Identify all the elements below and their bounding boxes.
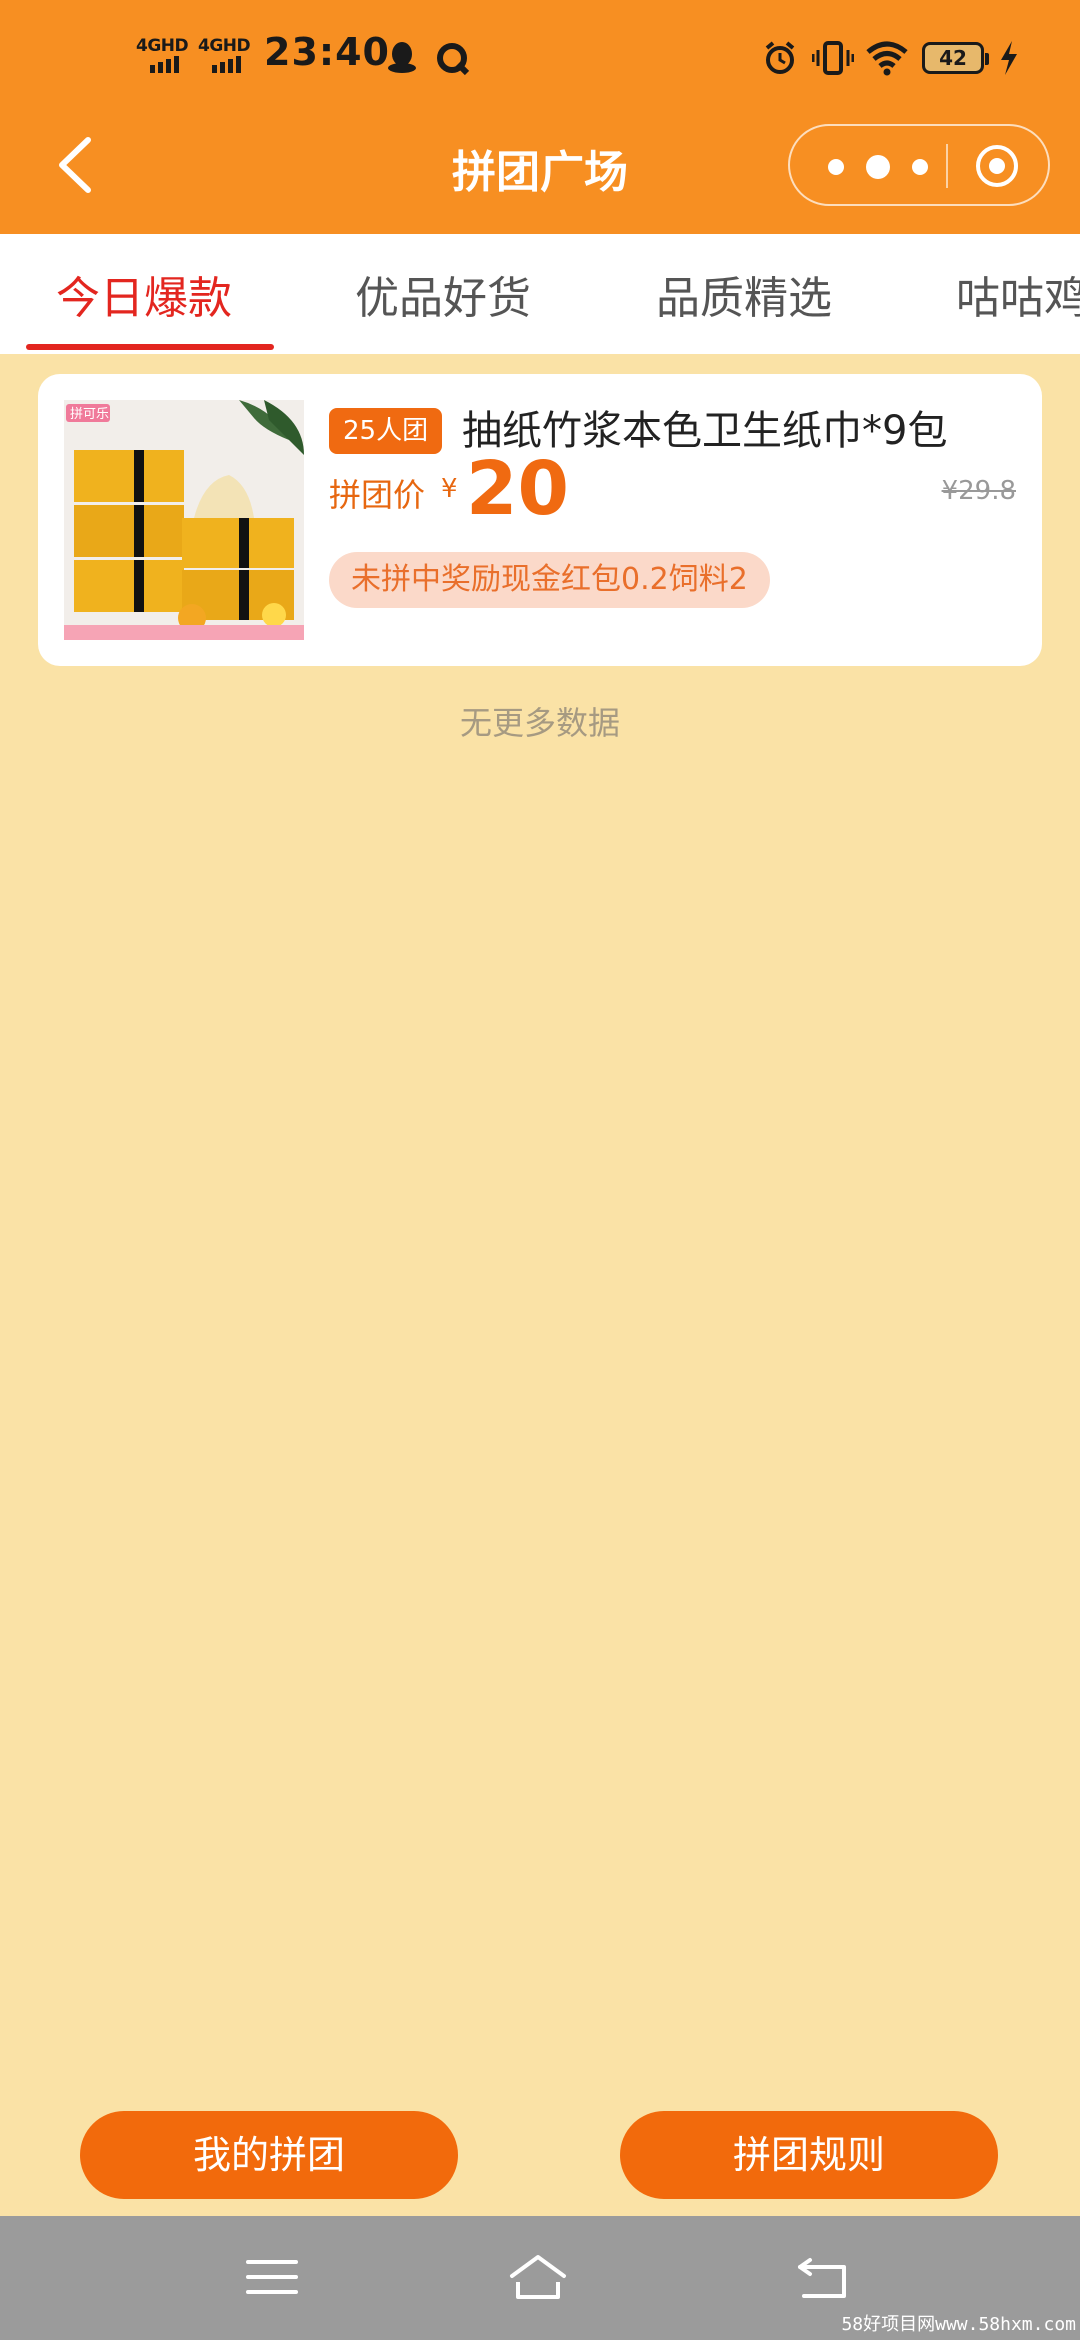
header-bar: 4GHD 4GHD 23:40 42 拼团广场 <box>0 0 1080 234</box>
group-size-badge: 25人团 <box>329 408 443 454</box>
capsule-divider <box>946 144 948 188</box>
image-brand-text: 拼可乐 <box>70 407 109 422</box>
miniprogram-capsule <box>788 124 1050 206</box>
watermark: 58好项目网www.58hxm.com <box>841 2314 1076 2335</box>
browser-icon <box>437 43 470 76</box>
network-type-label: 4GHD <box>198 36 251 56</box>
original-price: ¥29.8 <box>941 476 1016 506</box>
tab-quality-goods[interactable]: 优品好货 <box>355 262 531 326</box>
close-miniprogram-icon[interactable] <box>975 144 1019 188</box>
alarm-icon <box>765 41 795 74</box>
battery-indicator: 42 <box>922 42 989 74</box>
group-price: 20 <box>466 446 569 532</box>
wifi-icon <box>866 41 908 76</box>
currency-symbol: ¥ <box>441 474 458 504</box>
more-options-icon[interactable] <box>818 153 938 181</box>
home-icon[interactable] <box>508 2252 568 2302</box>
qq-icon <box>388 42 416 73</box>
system-navigation-bar: 58好项目网www.58hxm.com <box>0 2216 1080 2340</box>
tab-gugu-chicken[interactable]: 咕咕鸡 <box>956 262 1080 326</box>
tab-quality-select[interactable]: 品质精选 <box>656 262 832 326</box>
vibrate-icon <box>812 41 854 75</box>
network-type-label: 4GHD <box>136 36 189 56</box>
product-card[interactable]: 拼可乐 25人团 抽纸竹浆本色卫生纸巾*9包 拼团价 ¥ 20 ¥29.8 未拼… <box>38 374 1042 666</box>
category-tabs: 今日爆款 优品好货 品质精选 咕咕鸡 <box>0 234 1080 354</box>
status-bar: 4GHD 4GHD 23:40 42 <box>0 0 1080 120</box>
menu-icon[interactable] <box>244 2252 300 2302</box>
list-end-text: 无更多数据 <box>459 704 620 742</box>
reward-tag: 未拼中奖励现金红包0.2饲料2 <box>329 552 770 608</box>
active-tab-indicator <box>26 344 274 350</box>
back-nav-icon[interactable] <box>796 2252 852 2302</box>
group-rules-button[interactable]: 拼团规则 <box>620 2111 998 2199</box>
my-groups-button[interactable]: 我的拼团 <box>80 2111 458 2199</box>
tab-today-hot[interactable]: 今日爆款 <box>56 262 232 326</box>
product-image: 拼可乐 <box>64 400 304 640</box>
status-time: 23:40 <box>264 30 390 74</box>
group-price-label: 拼团价 <box>329 476 426 514</box>
charging-icon <box>1001 41 1017 75</box>
